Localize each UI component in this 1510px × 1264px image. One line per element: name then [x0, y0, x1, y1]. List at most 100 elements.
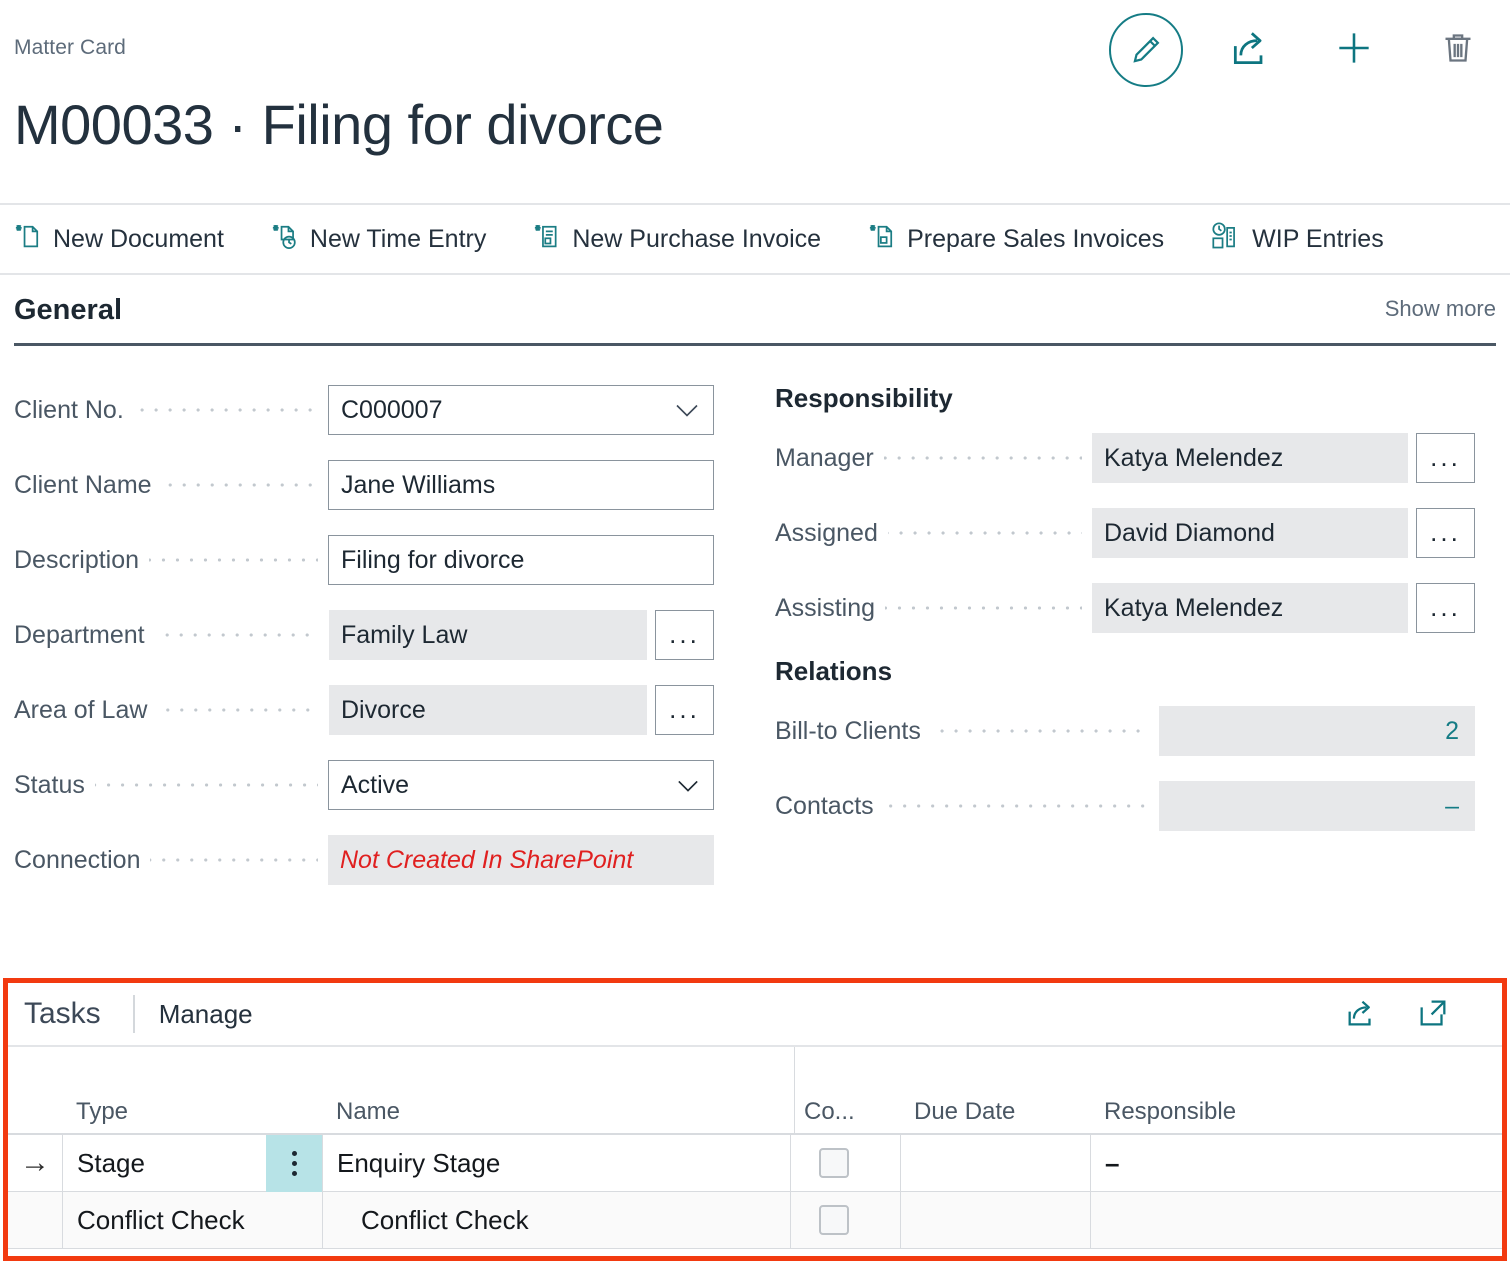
- row-menu-button[interactable]: [266, 1192, 322, 1249]
- tasks-open-in-new-window-button[interactable]: [1416, 996, 1450, 1035]
- edit-button[interactable]: [1094, 0, 1198, 100]
- manager-assist-edit-button[interactable]: ...: [1416, 433, 1475, 483]
- action-wip-entries[interactable]: WIP Entries: [1211, 221, 1384, 258]
- page-section-title: General: [14, 294, 122, 326]
- share-icon: [1344, 996, 1378, 1035]
- cell-completed[interactable]: [790, 1191, 900, 1249]
- cell-responsible: [1090, 1191, 1390, 1249]
- tasks-title: Tasks: [24, 997, 101, 1030]
- page-title: M00033 · Filing for divorce: [14, 93, 664, 156]
- field-value: Divorce: [341, 695, 426, 724]
- field-area-of-law: Area of Law Divorce ...: [14, 685, 714, 735]
- field-value: Katya Melendez: [1104, 593, 1284, 622]
- dotted-leader: [887, 520, 1082, 546]
- field-bill-to-clients: Bill-to Clients 2: [775, 706, 1475, 756]
- dotted-leader: [885, 595, 1082, 621]
- show-more-link[interactable]: Show more: [1385, 296, 1496, 321]
- delete-button[interactable]: [1406, 0, 1510, 100]
- tasks-share-button[interactable]: [1344, 996, 1378, 1035]
- tasks-grid-header-row: Type Name Co... Due Date Responsible: [8, 1047, 1502, 1135]
- new-time-entry-icon: [271, 221, 299, 258]
- open-in-new-window-icon: [1416, 996, 1450, 1035]
- wip-entries-icon: [1211, 221, 1241, 258]
- relations-heading: Relations: [775, 656, 893, 686]
- general-form: Client No. C000007 Client Name Jane Will…: [0, 385, 1510, 905]
- action-label: New Time Entry: [309, 224, 487, 253]
- new-purchase-invoice-icon: [533, 221, 561, 258]
- manager-input[interactable]: Katya Melendez: [1092, 433, 1408, 483]
- field-value: David Diamond: [1104, 518, 1275, 547]
- cell-name: Enquiry Stage: [322, 1134, 790, 1192]
- description-input[interactable]: Filing for divorce: [328, 535, 714, 585]
- cell-type: Conflict Check: [62, 1191, 266, 1249]
- edit-icon: [1109, 13, 1183, 87]
- table-row[interactable]: Conflict Check Conflict Check: [8, 1191, 1502, 1249]
- field-assigned: Assigned David Diamond ...: [775, 508, 1475, 558]
- top-bar: Matter Card: [0, 0, 1510, 100]
- add-button[interactable]: [1302, 0, 1406, 100]
- field-label: Client No.: [14, 395, 124, 424]
- cell-completed[interactable]: [790, 1134, 900, 1192]
- contacts-count[interactable]: –: [1159, 781, 1475, 831]
- cell-name: Conflict Check: [322, 1191, 790, 1249]
- column-header-completed[interactable]: Co...: [790, 1098, 900, 1133]
- chevron-down-icon: [675, 396, 699, 425]
- action-new-document[interactable]: New Document: [14, 221, 224, 258]
- client-name-input[interactable]: Jane Williams: [328, 460, 714, 510]
- divider: [132, 995, 135, 1033]
- general-section-header: General Show more: [14, 296, 1496, 346]
- action-label: New Purchase Invoice: [572, 224, 822, 253]
- field-value: Filing for divorce: [341, 545, 525, 574]
- form-right-column: Responsibility Manager Katya Melendez ..…: [775, 385, 1475, 856]
- tasks-grid: Type Name Co... Due Date Responsible → S…: [8, 1047, 1502, 1249]
- top-icon-group: [1094, 0, 1510, 100]
- action-bar: New Document New Time Entry New Purchase…: [0, 203, 1510, 275]
- action-new-time-entry[interactable]: New Time Entry: [271, 221, 486, 258]
- field-label: Connection: [14, 845, 141, 874]
- dotted-leader: [883, 445, 1082, 471]
- field-label: Manager: [775, 443, 874, 472]
- area-of-law-assist-edit-button[interactable]: ...: [655, 685, 714, 735]
- row-menu-button[interactable]: [266, 1134, 322, 1192]
- status-select[interactable]: Active: [328, 760, 714, 810]
- assisting-input[interactable]: Katya Melendez: [1092, 583, 1408, 633]
- action-label: New Document: [53, 224, 224, 253]
- column-header-name[interactable]: Name: [322, 1098, 790, 1133]
- field-status: Status Active: [14, 760, 714, 810]
- completed-checkbox[interactable]: [819, 1148, 849, 1178]
- field-assisting: Assisting Katya Melendez ...: [775, 583, 1475, 633]
- client-no-input[interactable]: C000007: [328, 385, 714, 435]
- action-label: Prepare Sales Invoices: [907, 224, 1165, 253]
- action-prepare-sales-invoices[interactable]: Prepare Sales Invoices: [868, 221, 1164, 258]
- dotted-leader: [154, 622, 319, 648]
- assisting-assist-edit-button[interactable]: ...: [1416, 583, 1475, 633]
- field-label: Assigned: [775, 518, 878, 547]
- field-label: Department: [14, 620, 145, 649]
- new-document-icon: [14, 221, 42, 258]
- bill-to-clients-count[interactable]: 2: [1159, 706, 1475, 756]
- assigned-assist-edit-button[interactable]: ...: [1416, 508, 1475, 558]
- field-value: C000007: [341, 395, 443, 424]
- column-header-type[interactable]: Type: [62, 1098, 266, 1133]
- completed-checkbox[interactable]: [819, 1205, 849, 1235]
- action-label: WIP Entries: [1252, 224, 1384, 253]
- chevron-down-icon: [677, 771, 699, 800]
- department-input[interactable]: Family Law: [329, 610, 647, 660]
- field-label: Area of Law: [14, 695, 148, 724]
- trash-icon: [1438, 28, 1478, 73]
- action-new-purchase-invoice[interactable]: New Purchase Invoice: [533, 221, 821, 258]
- assigned-input[interactable]: David Diamond: [1092, 508, 1408, 558]
- field-manager: Manager Katya Melendez ...: [775, 433, 1475, 483]
- share-button[interactable]: [1198, 0, 1302, 100]
- breadcrumb: Matter Card: [14, 36, 126, 59]
- dotted-leader: [133, 397, 318, 423]
- column-header-responsible[interactable]: Responsible: [1090, 1098, 1390, 1133]
- row-selected-indicator: →: [20, 1146, 50, 1179]
- area-of-law-input[interactable]: Divorce: [329, 685, 647, 735]
- field-department: Department Family Law ...: [14, 610, 714, 660]
- column-header-due-date[interactable]: Due Date: [900, 1098, 1090, 1133]
- field-label: Description: [14, 545, 140, 574]
- table-row[interactable]: → Stage Enquiry Stage –: [8, 1134, 1502, 1192]
- department-assist-edit-button[interactable]: ...: [655, 610, 714, 660]
- tasks-manage-menu[interactable]: Manage: [159, 999, 253, 1030]
